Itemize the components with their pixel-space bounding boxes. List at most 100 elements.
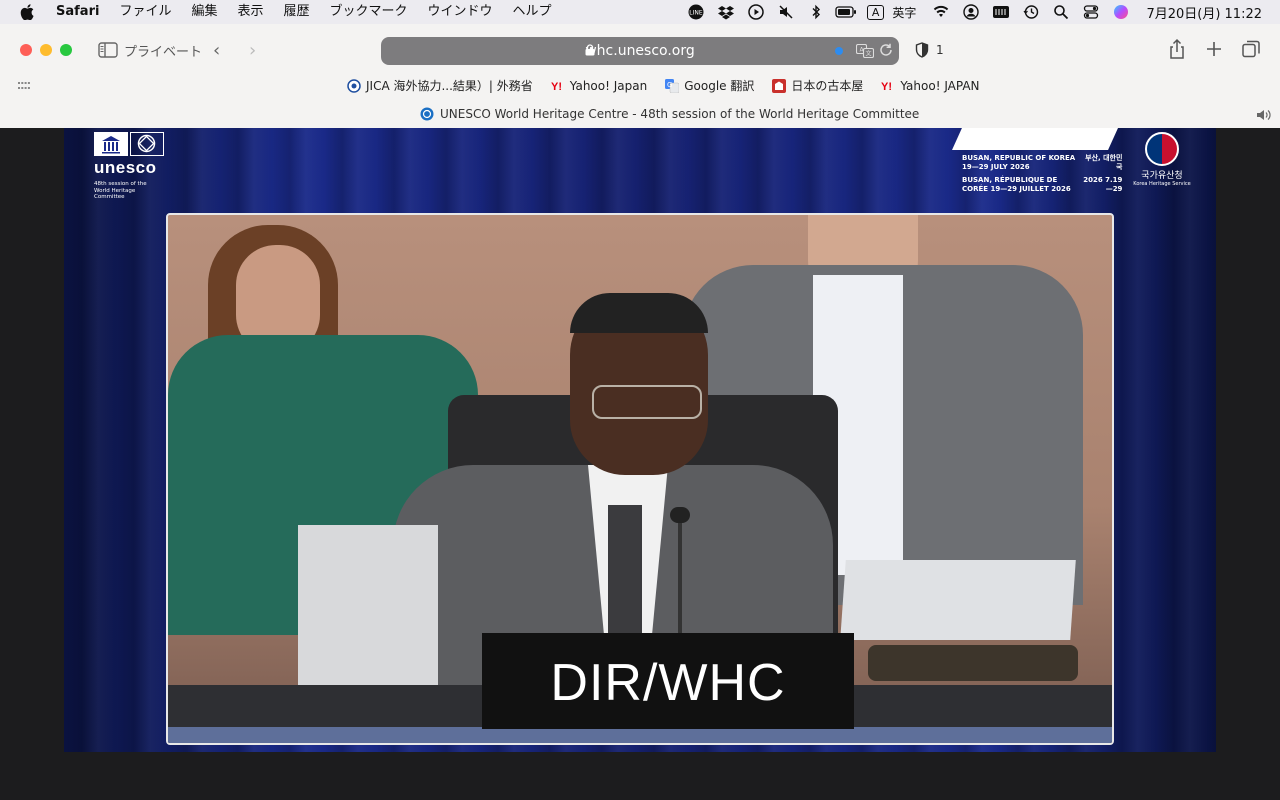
video-speaker-tie bbox=[608, 505, 642, 635]
bookmark-label: 日本の古本屋 bbox=[791, 79, 864, 93]
menu-bar: Safari ファイル 編集 表示 履歴 ブックマーク ウインドウ ヘルプ LI… bbox=[0, 0, 1280, 24]
bookmark-label: Google 翻訳 bbox=[684, 79, 755, 93]
share-icon[interactable] bbox=[1166, 38, 1188, 60]
korea-heritage-emblem-icon bbox=[1145, 132, 1179, 166]
reload-icon[interactable] bbox=[879, 43, 893, 57]
svg-text:LINE: LINE bbox=[689, 10, 703, 17]
bookmark-google-translate[interactable]: G Google 翻訳 bbox=[665, 77, 754, 94]
menu-help[interactable]: ヘルプ bbox=[503, 0, 562, 24]
video-speaker-hair bbox=[570, 293, 708, 333]
close-window-button[interactable] bbox=[20, 44, 32, 56]
menu-file[interactable]: ファイル bbox=[109, 0, 181, 24]
sidebar-toggle-icon[interactable] bbox=[98, 42, 118, 58]
ime-label: 英字 bbox=[892, 5, 917, 20]
favorites-bar: JICA 海外協力...結果）| 外務省 Y! Yahoo! Japan G G… bbox=[347, 77, 980, 94]
menu-bookmarks[interactable]: ブックマーク bbox=[320, 0, 418, 24]
unesco-logo: unesco 48th session of the World Heritag… bbox=[94, 132, 174, 200]
control-center-icon[interactable] bbox=[1076, 0, 1106, 24]
video-player[interactable]: DIR/WHC bbox=[166, 213, 1114, 745]
svg-text:文: 文 bbox=[865, 50, 871, 58]
busan-dates: 2026 7.19—29 bbox=[1083, 176, 1123, 193]
wifi-icon[interactable] bbox=[926, 0, 956, 24]
svg-text:Y!: Y! bbox=[881, 81, 892, 93]
new-tab-icon[interactable] bbox=[1203, 38, 1225, 60]
busan-french: BUSAN, RÉPUBLIQUE DE CORÉE 19—29 JUILLET… bbox=[962, 176, 1071, 193]
nameplate-text: DIR/WHC bbox=[550, 654, 786, 712]
video-folder bbox=[868, 645, 1078, 681]
battery-icon[interactable] bbox=[831, 0, 861, 24]
unesco-favicon-icon bbox=[420, 107, 434, 121]
url-text: whc.unesco.org bbox=[585, 43, 695, 59]
busan-english: BUSAN, REPUBLIC OF KOREA 19—29 JULY 2026 bbox=[962, 154, 1076, 171]
apple-menu-icon[interactable] bbox=[20, 4, 34, 20]
yahoo-icon: Y! bbox=[551, 81, 562, 93]
minimize-window-button[interactable] bbox=[40, 44, 52, 56]
extension-indicator-icon[interactable] bbox=[835, 47, 843, 55]
unesco-temple-icon bbox=[94, 132, 128, 156]
privacy-report-count: 1 bbox=[936, 43, 944, 57]
menu-edit[interactable]: 編集 bbox=[181, 0, 227, 24]
svg-text:G: G bbox=[667, 81, 672, 89]
bluetooth-icon[interactable] bbox=[801, 0, 831, 24]
world-heritage-emblem-icon bbox=[130, 132, 164, 156]
istat-icon[interactable] bbox=[986, 0, 1016, 24]
ime-badge: A bbox=[866, 4, 885, 20]
korea-heritage-name: 국가유산청 bbox=[1141, 171, 1183, 181]
play-icon[interactable] bbox=[741, 0, 771, 24]
bookmark-yahoo-japan[interactable]: Y! Yahoo! Japan bbox=[551, 77, 647, 94]
favorites-grid-icon[interactable] bbox=[18, 82, 30, 90]
busan-banner bbox=[952, 128, 1118, 150]
menu-clock[interactable]: 7月20日(月) 11:22 bbox=[1136, 3, 1280, 22]
zoom-window-button[interactable] bbox=[60, 44, 72, 56]
time-machine-icon[interactable] bbox=[1016, 0, 1046, 24]
korea-heritage-logo: 국가유산청 Korea Heritage Service bbox=[1132, 132, 1192, 192]
menu-app-name[interactable]: Safari bbox=[46, 0, 109, 24]
lock-icon bbox=[585, 44, 595, 56]
session-caption: 48th session of the World Heritage Commi… bbox=[94, 181, 147, 200]
video-laptop-right bbox=[840, 560, 1076, 640]
menu-view[interactable]: 表示 bbox=[227, 0, 273, 24]
forward-button[interactable]: › bbox=[249, 40, 256, 61]
bookmark-label: Yahoo! Japan bbox=[569, 78, 648, 93]
busan-session-info: BUSAN, REPUBLIC OF KOREA 19—29 JULY 2026… bbox=[962, 154, 1142, 194]
tab-bar: UNESCO World Heritage Centre - 48th sess… bbox=[0, 100, 1280, 128]
tab-title: UNESCO World Heritage Centre - 48th sess… bbox=[440, 107, 920, 121]
bookmark-jica[interactable]: JICA 海外協力...結果）| 外務省 bbox=[347, 77, 533, 94]
audio-playing-icon[interactable] bbox=[1256, 108, 1272, 122]
bookmark-kosho[interactable]: 日本の古本屋 bbox=[772, 77, 863, 94]
google-translate-icon: G bbox=[665, 78, 680, 93]
bookmark-yahoo-japan-2[interactable]: Y! Yahoo! JAPAN bbox=[881, 77, 979, 94]
menu-history[interactable]: 履歴 bbox=[273, 0, 319, 24]
video-desk-edge bbox=[168, 727, 1112, 743]
globe-icon bbox=[347, 78, 361, 93]
window-controls bbox=[20, 44, 72, 56]
privacy-report-shield-icon[interactable] bbox=[915, 42, 929, 58]
menu-window[interactable]: ウインドウ bbox=[418, 0, 503, 24]
video-microphone-stem bbox=[678, 515, 682, 645]
video-microphone-head bbox=[670, 507, 690, 523]
browser-toolbar: プライベート ‹ › whc.unesco.org A文 1 JICA 海外協力… bbox=[0, 24, 1280, 129]
mute-icon[interactable] bbox=[771, 0, 801, 24]
dropbox-icon[interactable] bbox=[711, 0, 741, 24]
korea-heritage-sub: Korea Heritage Service bbox=[1133, 181, 1191, 187]
video-laptop-left bbox=[298, 525, 438, 685]
bookstore-icon bbox=[772, 78, 787, 93]
busan-korean: 부산, 대한민국 bbox=[1085, 154, 1123, 171]
unesco-wordmark: unesco bbox=[94, 158, 157, 177]
line-icon[interactable]: LINE bbox=[681, 0, 711, 24]
address-bar[interactable]: whc.unesco.org bbox=[381, 37, 899, 65]
spotlight-search-icon[interactable] bbox=[1046, 0, 1076, 24]
active-tab[interactable]: UNESCO World Heritage Centre - 48th sess… bbox=[420, 107, 919, 121]
bookmark-label: Yahoo! JAPAN bbox=[900, 78, 980, 93]
tab-overview-icon[interactable] bbox=[1240, 38, 1262, 60]
svg-text:Y!: Y! bbox=[551, 81, 562, 93]
siri-icon[interactable] bbox=[1106, 0, 1136, 24]
back-button[interactable]: ‹ bbox=[213, 40, 220, 61]
private-browsing-label: プライベート bbox=[124, 45, 203, 60]
page-content: unesco 48th session of the World Heritag… bbox=[0, 128, 1280, 800]
user-icon[interactable] bbox=[956, 0, 986, 24]
video-speaker-glasses bbox=[592, 385, 702, 419]
translate-icon[interactable]: A文 bbox=[856, 44, 874, 58]
speaker-nameplate: DIR/WHC bbox=[482, 633, 854, 729]
input-source[interactable]: A 英字 bbox=[861, 0, 927, 24]
